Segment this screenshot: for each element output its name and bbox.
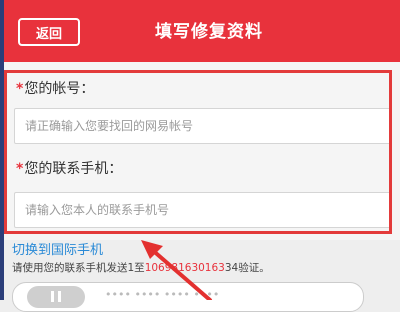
header-bar: 返回 填写修复资料 <box>4 0 400 62</box>
bottom-option-text: •••• •••• •••• •••• <box>105 288 220 301</box>
required-star: * <box>16 161 24 177</box>
toggle-switch-icon[interactable] <box>27 286 85 308</box>
phone-input[interactable] <box>14 192 392 228</box>
sms-hint: 请使用您的联系手机发送1至10698163016334验证。 <box>12 260 270 275</box>
account-input[interactable] <box>14 108 392 144</box>
account-label: *您的帐号： <box>16 78 94 98</box>
form-panel: *您的帐号： *您的联系手机： <box>4 62 400 240</box>
back-button-label: 返回 <box>35 26 62 42</box>
phone-label-text: 您的联系手机： <box>24 161 123 177</box>
page-title: 填写修复资料 <box>155 22 263 42</box>
sms-number: 106981630163 <box>144 262 225 274</box>
account-label-text: 您的帐号： <box>24 81 95 97</box>
switch-international-phone-link[interactable]: 切换到国际手机 <box>12 239 103 258</box>
phone-label: *您的联系手机： <box>16 158 122 178</box>
sms-hint-suffix: 34验证。 <box>224 262 270 274</box>
required-star: * <box>16 81 24 97</box>
app-frame: 返回 填写修复资料 *您的帐号： *您的联系手机： 切换到国际手机 请使用您的联… <box>0 0 400 312</box>
sms-hint-prefix: 请使用您的联系手机发送1至 <box>12 262 145 274</box>
back-button[interactable]: 返回 <box>18 18 80 46</box>
bottom-option-card[interactable]: •••• •••• •••• •••• <box>12 282 364 312</box>
